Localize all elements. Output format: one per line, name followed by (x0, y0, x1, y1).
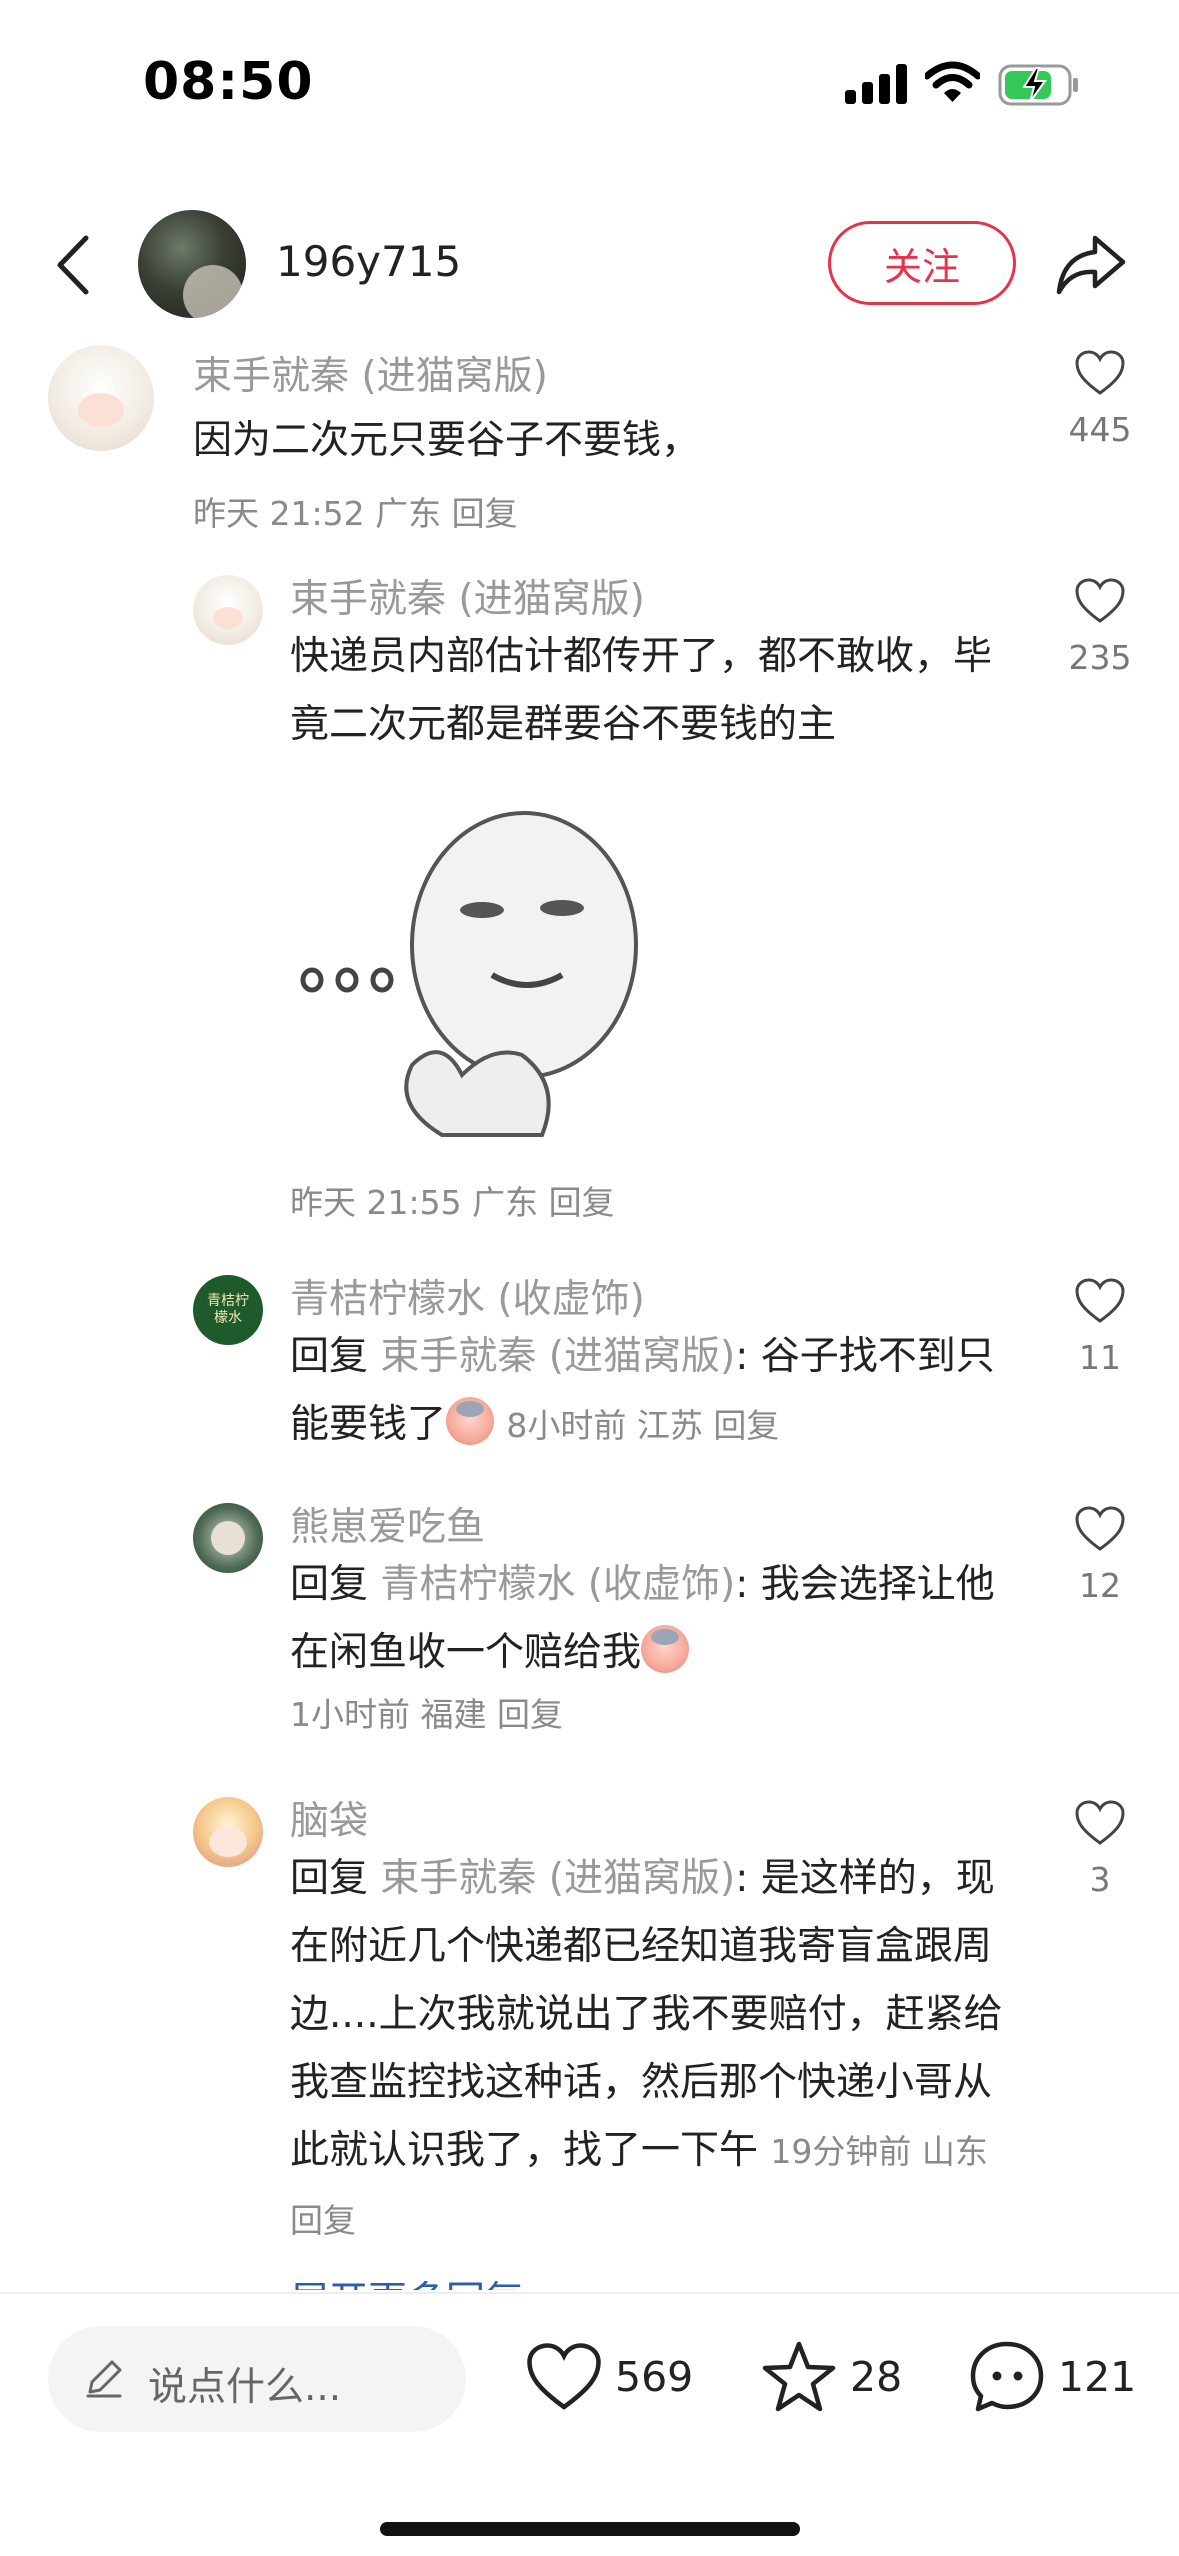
commenter-nickname[interactable]: 熊崽爱吃鱼 (290, 1496, 485, 1552)
reply-target[interactable]: 束手就秦 (进猫窝版) (380, 1856, 735, 1901)
comment-meta[interactable]: 昨天 21:52 广东 回复 (193, 487, 518, 535)
comment-meta[interactable]: 1小时前 福建 回复 (290, 1688, 563, 1736)
like-button[interactable]: 3 (1064, 1800, 1136, 1899)
status-bar: 08:50 (0, 0, 1179, 180)
reply-body: : 是这样的，现在附近几个快递都已经知道我寄盲盒跟周边....上次我就说出了我不… (290, 1856, 1003, 2173)
heart-outline-icon (1075, 1800, 1125, 1845)
commenter-avatar[interactable] (193, 1797, 263, 1867)
commenter-avatar[interactable]: 青桔柠檬水 (193, 1275, 263, 1345)
post-like-count: 569 (615, 2353, 694, 2401)
star-outline-icon (762, 2341, 836, 2412)
cellular-signal-icon (845, 64, 907, 104)
like-count: 235 (1068, 638, 1132, 677)
author-avatar[interactable] (138, 210, 246, 318)
commenter-nickname[interactable]: 脑袋 (290, 1790, 368, 1846)
heart-outline-icon (527, 2343, 601, 2410)
heart-outline-icon (1075, 1506, 1125, 1551)
like-count: 12 (1079, 1566, 1121, 1605)
heart-outline-icon (1075, 350, 1125, 395)
meme-image[interactable] (292, 805, 647, 1153)
commenter-nickname[interactable]: 束手就秦 (进猫窝版) (290, 568, 645, 624)
reply-prefix: 回复 (290, 1334, 381, 1379)
crying-emoji-icon (641, 1625, 690, 1673)
comment-text[interactable]: 回复 束手就秦 (进猫窝版): 是这样的，现在附近几个快递都已经知道我寄盲盒跟周… (290, 1845, 1020, 2255)
battery-charging-icon (998, 64, 1078, 106)
comment-text[interactable]: 因为二次元只要谷子不要钱， (193, 407, 923, 475)
comment-text[interactable]: 回复 青桔柠檬水 (收虚饰): 我会选择让他在闲鱼收一个赔给我 (290, 1551, 1010, 1687)
like-button[interactable]: 235 (1064, 578, 1136, 677)
post-star-count: 28 (850, 2353, 903, 2401)
post-header: 196y715 关注 (0, 195, 1179, 330)
home-indicator[interactable] (380, 2522, 800, 2536)
wifi-icon (925, 61, 980, 102)
author-name[interactable]: 196y715 (276, 237, 461, 286)
post-star-button[interactable]: 28 (760, 2332, 902, 2422)
post-comment-button[interactable]: 121 (968, 2332, 1136, 2422)
post-like-button[interactable]: 569 (525, 2332, 693, 2422)
like-button[interactable]: 12 (1064, 1506, 1136, 1605)
status-time: 08:50 (143, 52, 314, 112)
pencil-icon (86, 2360, 122, 2398)
commenter-avatar[interactable] (48, 345, 154, 451)
comment-input[interactable]: 说点什么... (48, 2326, 466, 2432)
avatar-text: 青桔柠檬水 (207, 1293, 249, 1326)
bottom-action-bar: 说点什么... 569 28 121 (0, 2292, 1179, 2556)
follow-button[interactable]: 关注 (828, 221, 1016, 305)
share-icon[interactable] (1055, 230, 1127, 298)
like-button[interactable]: 11 (1064, 1278, 1136, 1377)
comment-meta[interactable]: 8小时前 江苏 回复 (506, 1406, 779, 1445)
like-count: 445 (1068, 410, 1132, 449)
comment-list[interactable]: 束手就秦 (进猫窝版) 因为二次元只要谷子不要钱， 昨天 21:52 广东 回复… (0, 335, 1179, 2290)
comment-meta[interactable]: 昨天 21:55 广东 回复 (290, 1176, 615, 1224)
chat-bubble-icon (970, 2341, 1044, 2412)
commenter-nickname[interactable]: 青桔柠檬水 (收虚饰) (290, 1268, 645, 1324)
like-button[interactable]: 445 (1064, 350, 1136, 449)
heart-outline-icon (1075, 1278, 1125, 1323)
meme-face-drawing (292, 805, 647, 1153)
like-count: 3 (1089, 1860, 1111, 1899)
reply-target[interactable]: 束手就秦 (进猫窝版) (380, 1334, 735, 1379)
comment-text[interactable]: 回复 束手就秦 (进猫窝版): 谷子找不到只能要钱了 8小时前 江苏 回复 (290, 1323, 1010, 1460)
post-comment-count: 121 (1058, 2353, 1137, 2401)
commenter-avatar[interactable] (193, 575, 263, 645)
commenter-nickname[interactable]: 束手就秦 (进猫窝版) (193, 345, 548, 401)
comment-text[interactable]: 快递员内部估计都传开了，都不敢收，毕竟二次元都是群要谷不要钱的主 (290, 623, 1010, 759)
reply-prefix: 回复 (290, 1562, 381, 1607)
expand-more-replies-link[interactable]: 展开更多回复 (290, 2270, 524, 2290)
reply-prefix: 回复 (290, 1856, 381, 1901)
back-chevron-icon[interactable] (48, 230, 98, 300)
input-placeholder: 说点什么... (148, 2365, 342, 2410)
reply-target[interactable]: 青桔柠檬水 (收虚饰) (380, 1562, 735, 1607)
like-count: 11 (1079, 1338, 1121, 1377)
commenter-avatar[interactable] (193, 1503, 263, 1573)
crying-emoji-icon (446, 1397, 495, 1445)
heart-outline-icon (1075, 578, 1125, 623)
